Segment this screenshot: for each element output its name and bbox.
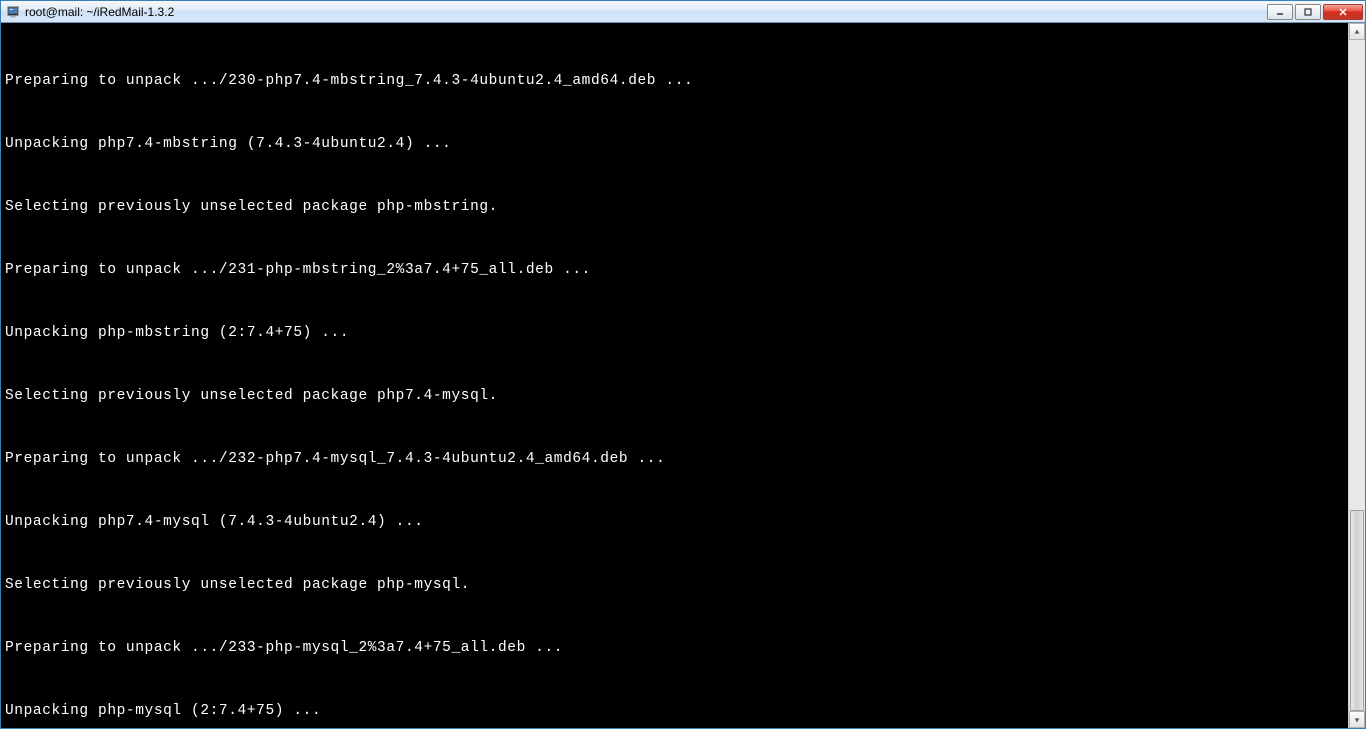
terminal[interactable]: Preparing to unpack .../230-php7.4-mbstr…: [1, 23, 1348, 728]
maximize-button[interactable]: [1295, 4, 1321, 20]
vertical-scrollbar[interactable]: [1348, 23, 1365, 728]
terminal-line: Preparing to unpack .../233-php-mysql_2%…: [5, 638, 1344, 659]
terminal-line: Preparing to unpack .../230-php7.4-mbstr…: [5, 71, 1344, 92]
terminal-line: Unpacking php-mbstring (2:7.4+75) ...: [5, 323, 1344, 344]
terminal-line: Selecting previously unselected package …: [5, 575, 1344, 596]
window-controls: [1267, 4, 1363, 20]
scroll-down-button[interactable]: [1349, 711, 1365, 728]
close-button[interactable]: [1323, 4, 1363, 20]
terminal-line: Unpacking php7.4-mbstring (7.4.3-4ubuntu…: [5, 134, 1344, 155]
scroll-thumb[interactable]: [1350, 510, 1364, 711]
terminal-line: Selecting previously unselected package …: [5, 197, 1344, 218]
terminal-line: Unpacking php-mysql (2:7.4+75) ...: [5, 701, 1344, 722]
titlebar[interactable]: root@mail: ~/iRedMail-1.3.2: [1, 1, 1365, 23]
putty-icon: [5, 4, 21, 20]
terminal-line: Selecting previously unselected package …: [5, 386, 1344, 407]
scroll-track[interactable]: [1349, 40, 1365, 711]
minimize-button[interactable]: [1267, 4, 1293, 20]
terminal-line: Unpacking php7.4-mysql (7.4.3-4ubuntu2.4…: [5, 512, 1344, 533]
terminal-line: Preparing to unpack .../231-php-mbstring…: [5, 260, 1344, 281]
putty-window: root@mail: ~/iRedMail-1.3.2 Preparing to…: [0, 0, 1366, 729]
scroll-up-button[interactable]: [1349, 23, 1365, 40]
window-title: root@mail: ~/iRedMail-1.3.2: [25, 5, 1267, 19]
terminal-line: Preparing to unpack .../232-php7.4-mysql…: [5, 449, 1344, 470]
terminal-container: Preparing to unpack .../230-php7.4-mbstr…: [1, 23, 1365, 728]
